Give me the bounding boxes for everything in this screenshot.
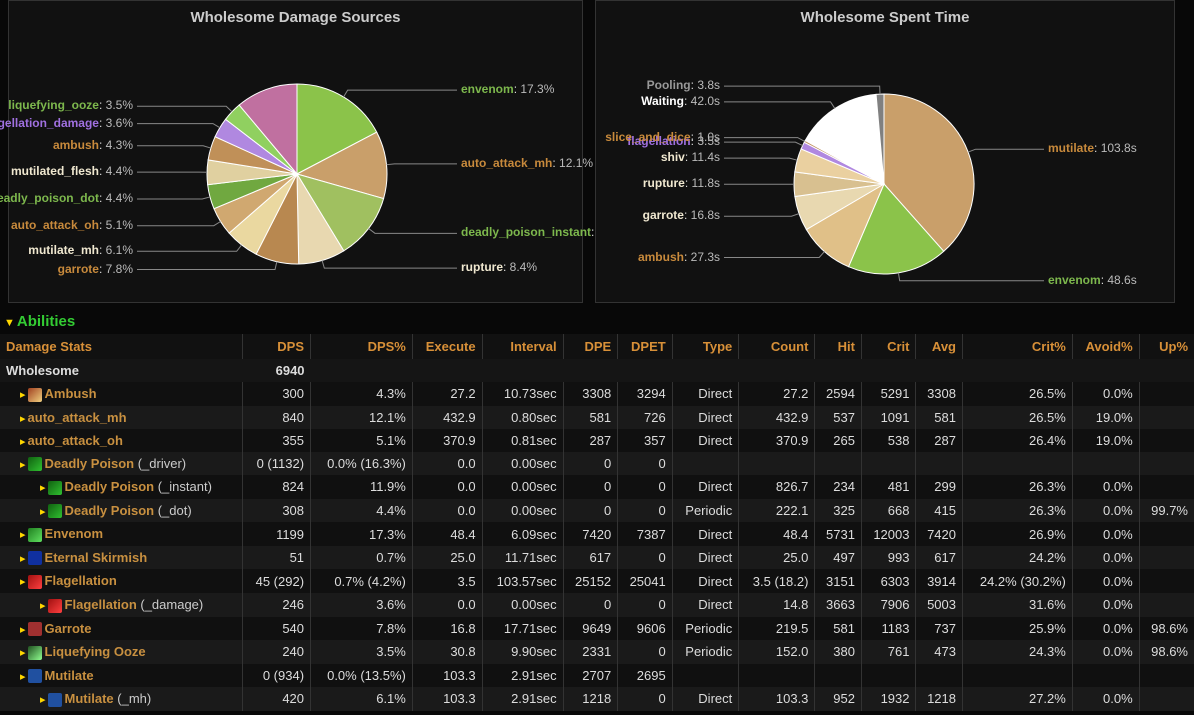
expand-icon[interactable]: ▸ [20,576,26,588]
abilities-header[interactable]: ▼Abilities [4,313,1194,330]
table-row[interactable]: ▸Flagellation45 (292)0.7% (4.2%)3.5103.5… [0,569,1194,593]
expand-icon[interactable]: ▸ [20,459,26,471]
chart-segment-label: ambush: 4.3% [53,138,133,152]
col-header[interactable]: DPET [618,334,673,359]
col-header[interactable]: Interval [482,334,563,359]
ability-icon [48,693,62,707]
chart-segment-label: ambush: 27.3s [638,250,720,264]
expand-icon[interactable]: ▸ [20,624,26,636]
chart-segment-label: rupture: 11.8s [643,176,720,190]
col-header[interactable]: Crit% [963,334,1073,359]
col-header[interactable]: Up% [1139,334,1194,359]
table-row[interactable]: ▸Mutilate0 (934)0.0% (13.5%)103.32.91sec… [0,664,1194,688]
chart-segment-label: Waiting: 42.0s [641,94,720,108]
col-header[interactable]: DPS% [311,334,413,359]
table-row[interactable]: ▸auto_attack_mh84012.1%432.90.80sec58172… [0,406,1194,429]
ability-icon [28,646,42,660]
ability-icon [48,599,62,613]
abilities-table: Damage StatsDPSDPS%ExecuteIntervalDPEDPE… [0,334,1194,711]
chart-segment-label: garrote: 16.8s [643,208,720,222]
expand-icon[interactable]: ▸ [20,647,26,659]
col-header[interactable]: Damage Stats [0,334,242,359]
chart-segment-label: flagellation_damage: 3.6% [0,116,133,130]
col-header[interactable]: DPS [242,334,310,359]
expand-icon[interactable]: ▸ [40,482,46,494]
col-header[interactable]: DPE [563,334,618,359]
table-row[interactable]: ▸Deadly Poison (_instant)82411.9%0.00.00… [0,475,1194,499]
col-header[interactable]: Avg [916,334,963,359]
col-header[interactable]: Execute [412,334,482,359]
expand-icon[interactable]: ▸ [20,671,26,683]
ability-icon [28,528,42,542]
ability-icon [48,504,62,518]
ability-icon [28,575,42,589]
col-header[interactable]: Crit [861,334,916,359]
ability-icon [28,457,42,471]
chart-segment-label: garrote: 7.8% [58,262,133,276]
chart-segment-label: slice_and_dice: 1.0s [605,130,720,144]
chart-segment-label: liquefying_ooze: 3.5% [8,98,133,112]
collapse-icon: ▼ [4,317,15,329]
expand-icon[interactable]: ▸ [40,600,46,612]
expand-icon[interactable]: ▸ [40,506,46,518]
table-row[interactable]: ▸Mutilate (_mh)4206.1%103.32.91sec12180D… [0,687,1194,711]
expand-icon[interactable]: ▸ [20,436,26,448]
table-row[interactable]: ▸Deadly Poison (_driver)0 (1132)0.0% (16… [0,452,1194,476]
ability-icon [28,551,42,565]
col-header[interactable]: Type [672,334,739,359]
ability-icon [28,622,42,636]
chart-segment-label: Pooling: 3.8s [647,78,720,92]
chart-segment-label: mutilate: 103.8s [1048,141,1137,155]
col-header[interactable]: Avoid% [1072,334,1139,359]
table-row[interactable]: ▸Envenom119917.3%48.46.09sec74207387Dire… [0,522,1194,546]
expand-icon[interactable]: ▸ [20,389,26,401]
table-row[interactable]: ▸Liquefying Ooze2403.5%30.89.90sec23310P… [0,640,1194,664]
ability-icon [28,669,42,683]
ability-icon [28,388,42,402]
chart-segment-label: auto_attack_mh: 12.1% [461,156,593,170]
expand-icon[interactable]: ▸ [20,553,26,565]
damage-sources-title: Wholesome Damage Sources [17,9,574,26]
col-header[interactable]: Hit [815,334,862,359]
expand-icon[interactable]: ▸ [40,694,46,706]
spent-time-title: Wholesome Spent Time [604,9,1166,26]
table-row[interactable]: ▸Deadly Poison (_dot)3084.4%0.00.00sec00… [0,499,1194,523]
chart-segment-label: deadly_poison_dot: 4.4% [0,191,133,205]
chart-segment-label: auto_attack_oh: 5.1% [11,218,133,232]
expand-icon[interactable]: ▸ [20,529,26,541]
chart-segment-label: mutilated_flesh: 4.4% [11,164,133,178]
table-row[interactable]: ▸Flagellation (_damage)2463.6%0.00.00sec… [0,593,1194,617]
expand-icon[interactable]: ▸ [20,413,26,425]
table-row[interactable]: ▸auto_attack_oh3555.1%370.90.81sec287357… [0,429,1194,452]
chart-segment-label: envenom: 17.3% [461,82,554,96]
damage-sources-pie: envenom: 17.3%auto_attack_mh: 12.1%deadl… [17,34,574,294]
table-row[interactable]: ▸Eternal Skirmish510.7%25.011.71sec6170D… [0,546,1194,570]
ability-icon [48,481,62,495]
chart-segment-label: shiv: 11.4s [661,150,720,164]
chart-segment-label: mutilate_mh: 6.1% [28,243,133,257]
col-header[interactable]: Count [739,334,815,359]
chart-segment-label: envenom: 48.6s [1048,273,1137,287]
chart-segment-label: rupture: 8.4% [461,260,537,274]
spent-time-pie: mutilate: 103.8s envenom: 48.6s ambush: 27… [604,34,1166,294]
table-row[interactable]: ▸Ambush3004.3%27.210.73sec33083294Direct… [0,382,1194,406]
table-row[interactable]: ▸Garrote5407.8%16.817.71sec96499606Perio… [0,617,1194,641]
